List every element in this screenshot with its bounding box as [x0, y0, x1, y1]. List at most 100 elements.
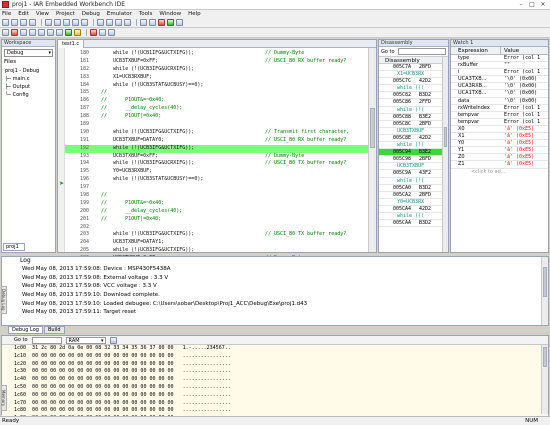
- watch-row[interactable]: Z0 'å' (0xE5): [451, 154, 548, 162]
- code-line[interactable]: 205 while (!(UCB3IFG&UCTXIFG));: [65, 247, 368, 255]
- watch-row[interactable]: UCA3RXB... '\0' (0x00): [451, 83, 548, 91]
- code-line[interactable]: 193 UCB3TXBUF=0xFF; // Dummy-Byte: [65, 153, 368, 161]
- watch-row[interactable]: tempvar Error (col 1: [451, 112, 548, 119]
- disasm-row[interactable]: 005C9A 43F2: [379, 170, 448, 178]
- watch-row[interactable]: type Error (col 1: [451, 55, 548, 63]
- code-line[interactable]: 190 while (!(UCB3IFG&UCTXIFG)); // Transm…: [65, 129, 368, 137]
- step-out-icon[interactable]: [38, 29, 45, 36]
- register-icon[interactable]: [108, 29, 115, 36]
- disasm-row[interactable]: 005C94 B3E2: [379, 149, 448, 157]
- disasm-row[interactable]: 005CA2 2BFD: [379, 192, 448, 199]
- code-line[interactable]: 191 UCB3TXBUF=DATAY0; // USCI_B0 RX buffe…: [65, 137, 368, 145]
- memory-scrollbar[interactable]: [541, 345, 548, 414]
- memory-line[interactable]: 1c50 00 00 00 00 00 00 00 00 00 00 00 00…: [14, 384, 548, 392]
- code-line[interactable]: 189: [65, 121, 368, 129]
- menu-window[interactable]: Window: [159, 11, 181, 17]
- menu-help[interactable]: Help: [188, 11, 201, 17]
- memory-line[interactable]: 1c30 00 00 00 00 00 00 00 00 00 00 00 00…: [14, 368, 548, 376]
- watch-col-value[interactable]: Value: [501, 47, 519, 54]
- watch-row[interactable]: UCA3TXB... '\0' (0x00): [451, 76, 548, 84]
- undo-icon[interactable]: [72, 19, 79, 26]
- editor-tab-test1[interactable]: test1.c: [58, 40, 85, 48]
- menu-project[interactable]: Project: [56, 11, 75, 17]
- redo-icon[interactable]: [81, 19, 88, 26]
- memory-line[interactable]: 1c10 00 00 00 00 00 00 00 00 00 00 00 00…: [14, 353, 548, 361]
- minimize-button[interactable]: –: [516, 1, 526, 8]
- code-line[interactable]: 185 //: [65, 89, 368, 97]
- config-select[interactable]: Debug ▾: [4, 49, 53, 57]
- disasm-row[interactable]: 005C82 B3D2: [379, 92, 448, 100]
- menu-file[interactable]: File: [2, 11, 11, 17]
- code-line[interactable]: 192 while (!(UCB3IFG&UCTXIFG));: [65, 144, 368, 153]
- disasm-list[interactable]: 005C7A 2BFD X1=UCB3RX 005C7C 42D2 while (((00…: [379, 64, 448, 228]
- disasm-row[interactable]: X1=UCB3RX: [379, 71, 448, 79]
- disasm-row[interactable]: UCB3TXBUF: [379, 163, 448, 171]
- step-over-icon[interactable]: [20, 29, 27, 36]
- code-line[interactable]: 196 while (!(UCB3STAT&UCBUSY)==0);: [65, 176, 368, 184]
- memory-line[interactable]: 1c70 00 00 00 00 00 00 00 00 00 00 00 00…: [14, 400, 548, 408]
- disasm-goto-input[interactable]: [397, 48, 446, 55]
- menu-debug[interactable]: Debug: [82, 11, 100, 17]
- watch-row[interactable]: Z1 'å' (0xE5): [451, 161, 548, 169]
- stop-debugging-icon[interactable]: [90, 29, 97, 36]
- tree-item-project[interactable]: proj1 - Debug: [5, 67, 55, 75]
- disasm-row[interactable]: while (((: [379, 213, 448, 221]
- menu-view[interactable]: View: [36, 11, 49, 17]
- debug-log-side-tab[interactable]: Debug Log: [1, 286, 7, 314]
- code-line[interactable]: 181 UCB3TXBUF=0xFF; // USCI_B0 RX buffer …: [65, 58, 368, 66]
- tree-item-config[interactable]: └─ Config: [5, 91, 55, 99]
- breakpoint-icon[interactable]: [74, 29, 81, 36]
- disasm-row[interactable]: while (((: [379, 85, 448, 93]
- editor-gutter[interactable]: [58, 48, 65, 252]
- disasm-row[interactable]: 005C98 2BFD: [379, 156, 448, 164]
- save-icon[interactable]: [20, 19, 27, 26]
- code-line[interactable]: 184 while (!(UCB3STAT&UCBUSY)==0);: [65, 82, 368, 90]
- log-scrollbar[interactable]: [541, 257, 548, 325]
- watch-row[interactable]: tempvar Error (col 1: [451, 119, 548, 126]
- watch-row[interactable]: Y0 'å' (0xE5): [451, 140, 548, 148]
- editor-code-area[interactable]: 180 while (!(UCB1IFG&UCTXIFG)); // Dummy-…: [65, 50, 368, 263]
- watch-list[interactable]: type Error (col 1 rxBuffer "" i Error (col 1U…: [451, 55, 548, 169]
- find-icon[interactable]: [97, 19, 104, 26]
- menu-tools[interactable]: Tools: [139, 11, 153, 17]
- menu-emulator[interactable]: Emulator: [107, 11, 132, 17]
- disasm-row[interactable]: 005C88 B3E2: [379, 114, 448, 121]
- step-into-icon[interactable]: [29, 29, 36, 36]
- reset-icon[interactable]: [2, 29, 9, 36]
- memory-options-icon[interactable]: [109, 336, 117, 344]
- debug-without-download-icon[interactable]: [176, 19, 183, 26]
- tab-build[interactable]: Build: [43, 326, 65, 334]
- bookmark-icon[interactable]: [115, 19, 122, 26]
- disasm-row[interactable]: 005C7C 42D2: [379, 78, 448, 86]
- code-line[interactable]: 204 UCB3TXBUF=DATAY1;: [65, 239, 368, 247]
- paste-icon[interactable]: [63, 19, 70, 26]
- tree-item-main[interactable]: ├─ main.c: [5, 75, 55, 83]
- disasm-row[interactable]: 005C7A 2BFD: [379, 64, 448, 72]
- goto-icon[interactable]: [124, 19, 131, 26]
- stop-build-icon[interactable]: [158, 19, 165, 26]
- save-all-icon[interactable]: [29, 19, 36, 26]
- code-line[interactable]: 188 // P1OUT|=0x40;: [65, 113, 368, 121]
- close-button[interactable]: ✕: [538, 1, 548, 8]
- tab-debug-log[interactable]: Debug Log: [8, 326, 43, 334]
- workspace-tab[interactable]: proj1: [3, 243, 25, 251]
- disasm-row[interactable]: 005CAA B3D2: [379, 220, 448, 228]
- memory-line[interactable]: 1c40 00 00 00 00 00 00 00 00 00 00 00 00…: [14, 376, 548, 384]
- find-next-icon[interactable]: [106, 19, 113, 26]
- watch-row[interactable]: X0 'å' (0xE5): [451, 126, 548, 134]
- watch-row[interactable]: Y1 'å' (0xE5): [451, 147, 548, 155]
- code-line[interactable]: 183 X1=UCB3RXBUF;: [65, 74, 368, 82]
- open-file-icon[interactable]: [11, 19, 18, 26]
- memory-line[interactable]: 1c20 00 00 00 00 00 00 00 00 00 00 00 00…: [14, 361, 548, 369]
- code-line[interactable]: 200 // __delay_cycles(40);: [65, 208, 368, 216]
- tree-item-output[interactable]: ├─ Output: [5, 83, 55, 91]
- watch-col-expression[interactable]: Expression: [451, 47, 501, 54]
- disasm-row[interactable]: 005CA4 42D2: [379, 206, 448, 213]
- disasm-row[interactable]: 005C8E 42D2: [379, 135, 448, 143]
- make-icon[interactable]: [149, 19, 156, 26]
- disasm-row[interactable]: UCB3TXBUF: [379, 128, 448, 135]
- cut-icon[interactable]: [45, 19, 52, 26]
- disasm-row[interactable]: while (!(: [379, 107, 448, 114]
- copy-icon[interactable]: [54, 19, 61, 26]
- disasm-row[interactable]: 005C86 2FFD: [379, 99, 448, 107]
